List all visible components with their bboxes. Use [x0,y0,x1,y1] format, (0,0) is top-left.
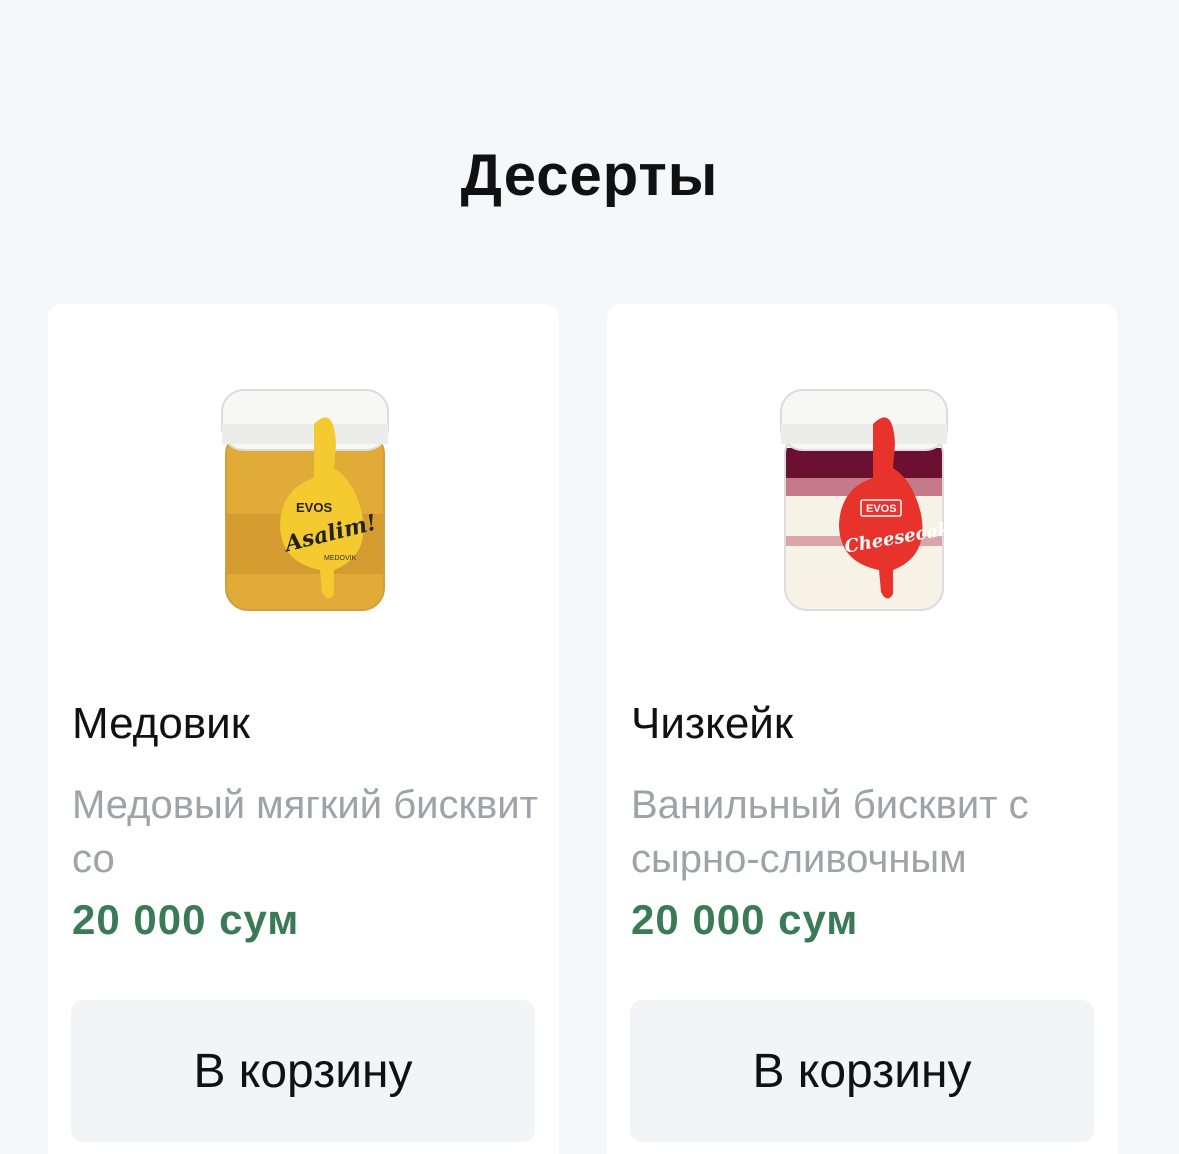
honey-cake-jar-image: EVOS Asalim! MEDOVIK [220,389,389,611]
product-description: Ванильный бисквит с сырно-сливочным [631,783,1029,881]
desserts-page: Десерты EVOS Asalim! MEDOVIK Медовик Мед… [0,0,1179,1154]
jar-brand-text: EVOS [296,500,332,515]
cheesecake-jar-image: EVOS Cheesecake [779,389,963,611]
section-title: Десерты [460,143,719,208]
product-image[interactable]: EVOS Asalim! MEDOVIK [48,384,559,624]
add-to-cart-button[interactable]: В корзину [71,1000,535,1142]
product-name: Чизкейк [631,699,794,748]
product-description: Медовый мягкий бисквит со [72,783,538,881]
jar-sub-text: MEDOVIK [324,555,357,562]
product-card-cheesecake[interactable]: EVOS Cheesecake Чизкейк Ванильный бискви… [607,304,1118,1154]
add-to-cart-button[interactable]: В корзину [630,1000,1094,1142]
product-name: Медовик [72,699,250,748]
product-price: 20 000 сум [72,896,300,943]
product-image[interactable]: EVOS Cheesecake [607,384,1118,624]
jar-brand-text: EVOS [866,503,897,515]
product-price: 20 000 сум [631,896,859,943]
product-card-medovik[interactable]: EVOS Asalim! MEDOVIK Медовик Медовый мяг… [48,304,559,1154]
